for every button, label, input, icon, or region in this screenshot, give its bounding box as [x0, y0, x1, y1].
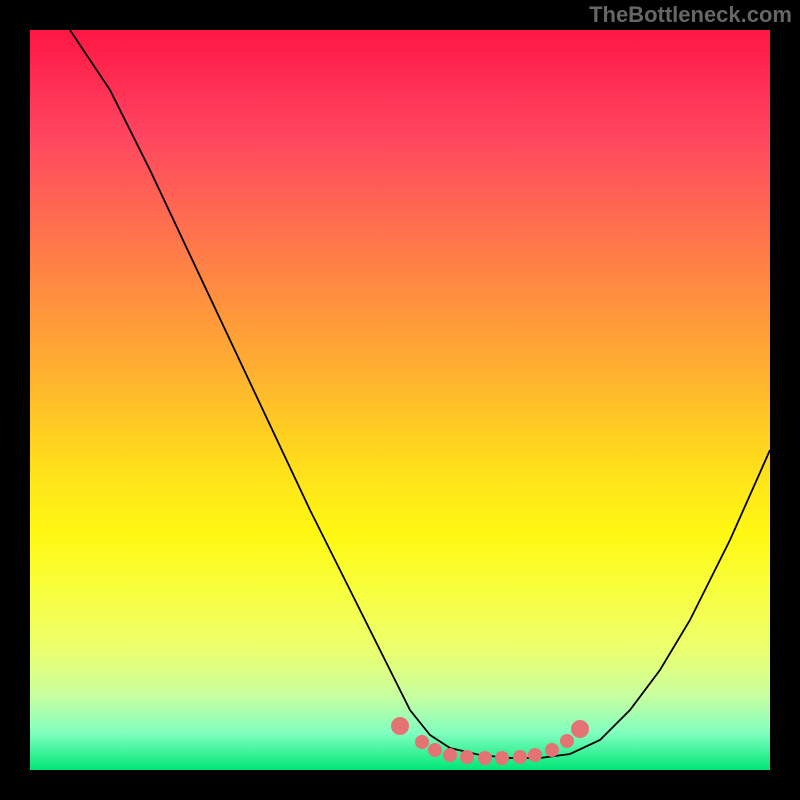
marker-dot: [495, 751, 509, 765]
chart-svg: [30, 30, 770, 770]
marker-dot: [571, 720, 589, 738]
marker-dot: [443, 748, 457, 762]
marker-dot: [460, 750, 474, 764]
marker-dot: [415, 735, 429, 749]
curve-path: [70, 30, 770, 758]
marker-dot: [391, 717, 409, 735]
marker-dot: [545, 743, 559, 757]
marker-dot: [428, 743, 442, 757]
marker-dot: [478, 751, 492, 765]
marker-dot: [513, 750, 527, 764]
marker-dot: [528, 748, 542, 762]
chart-frame: [30, 30, 770, 770]
watermark-text: TheBottleneck.com: [589, 2, 792, 28]
marker-dot: [560, 734, 574, 748]
